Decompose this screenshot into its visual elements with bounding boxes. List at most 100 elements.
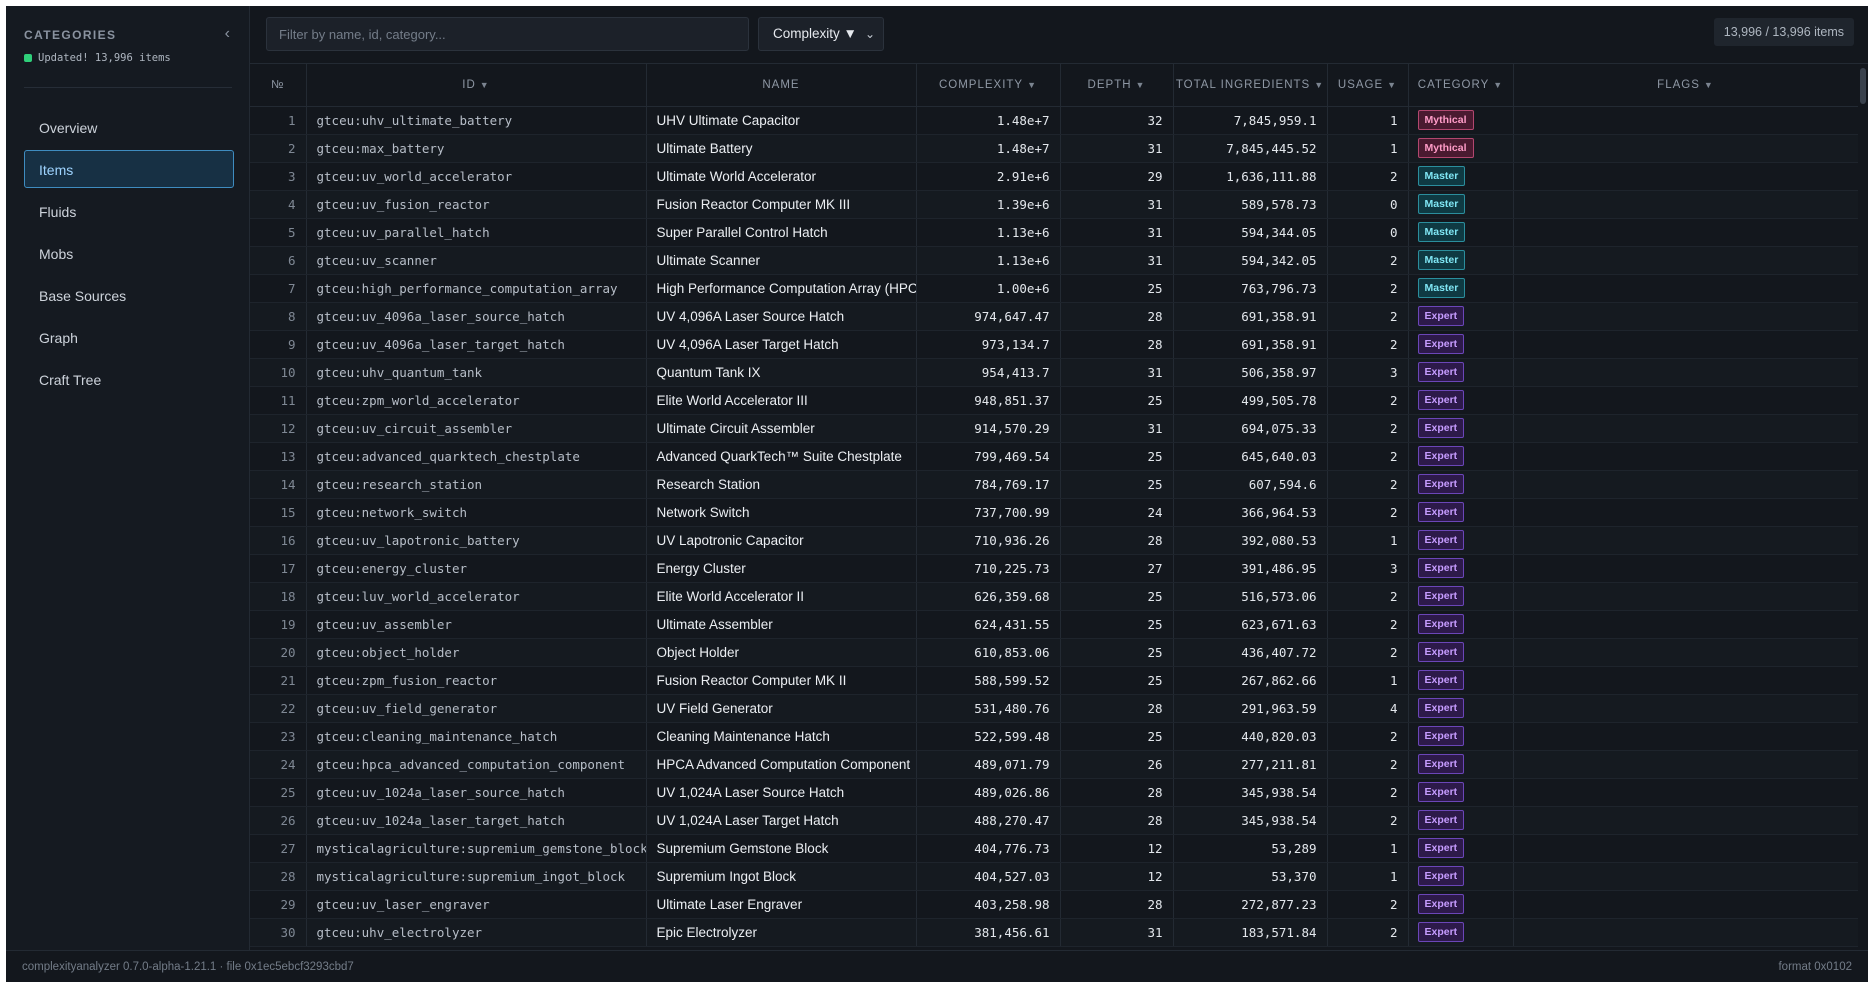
scrollbar-thumb[interactable] [1860,68,1866,104]
table-row[interactable]: 28 mysticalagriculture:supremium_ingot_bl… [250,862,1858,891]
column-header-name[interactable]: NAME [646,64,917,107]
table-row[interactable]: 21 gtceu:zpm_fusion_reactor Fusion Reactor… [250,666,1858,695]
cell-complexity: 404,527.03 [916,862,1061,891]
filter-input[interactable] [266,17,749,51]
table-row[interactable]: 19 gtceu:uv_assembler Ultimate Assembler 62… [250,610,1858,639]
cell-usage: 0 [1327,190,1409,219]
cell-complexity: 948,851.37 [916,386,1061,415]
cell-id: gtceu:uv_world_accelerator [306,162,647,191]
table-row[interactable]: 17 gtceu:energy_cluster Energy Cluster 710,… [250,554,1858,583]
cell-total: 391,486.95 [1173,554,1328,583]
column-header-id[interactable]: ID ▼ [306,64,647,107]
cell-depth: 28 [1060,330,1174,359]
cell-usage: 2 [1327,750,1409,779]
cell-total: 53,289 [1173,834,1328,863]
cell-name: Elite World Accelerator III [646,386,917,415]
column-header-category[interactable]: CATEGORY ▼ [1408,64,1514,107]
sidebar-item-items[interactable]: Items [24,150,234,188]
table-row[interactable]: 26 gtceu:uv_1024a_laser_target_hatch UV 1,… [250,806,1858,835]
cell-flags [1513,470,1858,499]
cell-flags [1513,274,1858,303]
chevron-down-icon: ⌄ [864,27,875,41]
table-row[interactable]: 15 gtceu:network_switch Network Switch 737,… [250,498,1858,527]
cell-total: 345,938.54 [1173,778,1328,807]
cell-no: 12 [250,414,307,443]
cell-category: Expert [1408,638,1514,667]
category-badge: Expert [1417,754,1465,774]
cell-complexity: 1.48e+7 [916,134,1061,163]
column-header-label: ID [462,78,476,91]
cell-id: gtceu:uv_lapotronic_battery [306,526,647,555]
cell-no: 8 [250,302,307,331]
column-header-usage[interactable]: USAGE ▼ [1327,64,1409,107]
cell-complexity: 954,413.7 [916,358,1061,387]
cell-no: 21 [250,666,307,695]
cell-total: 645,640.03 [1173,442,1328,471]
table-row[interactable]: 7 gtceu:high_performance_computation_arra… [250,274,1858,303]
cell-name: High Performance Computation Array (HPCA… [646,274,917,303]
cell-category: Master [1408,274,1514,303]
table-row[interactable]: 6 gtceu:uv_scanner Ultimate Scanner 1.13e+6… [250,246,1858,275]
sidebar-item-base-sources[interactable]: Base Sources [24,276,234,314]
table-row[interactable]: 27 mysticalagriculture:supremium_gemstone… [250,834,1858,863]
sidebar-item-graph[interactable]: Graph [24,318,234,356]
cell-no: 22 [250,694,307,723]
sidebar-item-craft-tree[interactable]: Craft Tree [24,360,234,398]
category-badge: Expert [1417,446,1465,466]
table-row[interactable]: 29 gtceu:uv_laser_engraver Ultimate Laser … [250,890,1858,919]
table-row[interactable]: 2 gtceu:max_battery Ultimate Battery 1.48e+… [250,134,1858,163]
sidebar-item-fluids[interactable]: Fluids [24,192,234,230]
table-row[interactable]: 20 gtceu:object_holder Object Holder 610,85… [250,638,1858,667]
cell-id: gtceu:uv_circuit_assembler [306,414,647,443]
cell-name: Elite World Accelerator II [646,582,917,611]
cell-depth: 29 [1060,162,1174,191]
cell-total: 506,358.97 [1173,358,1328,387]
items-table-container: № ID ▼ NAME COMPLEXITY ▼ DEPTH ▼ TOTAL INGREDIEN… [250,64,1858,950]
table-row[interactable]: 24 gtceu:hpca_advanced_computation_compon… [250,750,1858,779]
table-row[interactable]: 23 gtceu:cleaning_maintenance_hatch Cleani… [250,722,1858,751]
table-row[interactable]: 25 gtceu:uv_1024a_laser_source_hatch UV 1,… [250,778,1858,807]
cell-no: 28 [250,862,307,891]
sidebar-item-mobs[interactable]: Mobs [24,234,234,272]
cell-id: gtceu:uv_laser_engraver [306,890,647,919]
table-row[interactable]: 10 gtceu:uhv_quantum_tank Quantum Tank IX 9… [250,358,1858,387]
table-row[interactable]: 12 gtceu:uv_circuit_assembler Ultimate Cir… [250,414,1858,443]
cell-category: Expert [1408,722,1514,751]
column-header-complexity[interactable]: COMPLEXITY ▼ [916,64,1061,107]
table-row[interactable]: 30 gtceu:uhv_electrolyzer Epic Electrolyze… [250,918,1858,947]
cell-name: Epic Electrolyzer [646,918,917,947]
table-row[interactable]: 16 gtceu:uv_lapotronic_battery UV Lapotron… [250,526,1858,555]
table-row[interactable]: 4 gtceu:uv_fusion_reactor Fusion Reactor C… [250,190,1858,219]
cell-no: 7 [250,274,307,303]
cell-name: UV Lapotronic Capacitor [646,526,917,555]
column-header-no[interactable]: № [250,64,307,107]
category-badge: Expert [1417,586,1465,606]
category-badge: Expert [1417,362,1465,382]
table-row[interactable]: 9 gtceu:uv_4096a_laser_target_hatch UV 4,0… [250,330,1858,359]
table-row[interactable]: 14 gtceu:research_station Research Station… [250,470,1858,499]
cell-total: 1,636,111.88 [1173,162,1328,191]
table-row[interactable]: 22 gtceu:uv_field_generator UV Field Gener… [250,694,1858,723]
sidebar-item-overview[interactable]: Overview [24,108,234,146]
table-row[interactable]: 18 gtceu:luv_world_accelerator Elite World… [250,582,1858,611]
table-row[interactable]: 13 gtceu:advanced_quarktech_chestplate Adv… [250,442,1858,471]
sidebar: CATEGORIES ‹ Updated! 13,996 items Overv… [6,6,250,950]
table-row[interactable]: 11 gtceu:zpm_world_accelerator Elite World… [250,386,1858,415]
cell-total: 366,964.53 [1173,498,1328,527]
column-header-flags[interactable]: FLAGS ▼ [1513,64,1858,107]
table-row[interactable]: 5 gtceu:uv_parallel_hatch Super Parallel C… [250,218,1858,247]
cell-complexity: 489,026.86 [916,778,1061,807]
table-row[interactable]: 1 gtceu:uhv_ultimate_battery UHV Ultimate … [250,106,1858,135]
column-header-label: USAGE [1337,78,1384,91]
sort-select[interactable]: Complexity ▼ ⌄ [758,17,884,51]
table-scrollbar[interactable] [1858,64,1868,950]
column-header-total[interactable]: TOTAL INGREDIENTS ▼ [1173,64,1328,107]
column-header-depth[interactable]: DEPTH ▼ [1060,64,1174,107]
collapse-sidebar-icon[interactable]: ‹ [225,25,230,43]
cell-id: gtceu:luv_world_accelerator [306,582,647,611]
table-row[interactable]: 3 gtceu:uv_world_accelerator Ultimate Worl… [250,162,1858,191]
category-badge: Expert [1417,698,1465,718]
table-row[interactable]: 8 gtceu:uv_4096a_laser_source_hatch UV 4,0… [250,302,1858,331]
cell-category: Expert [1408,414,1514,443]
cell-name: Ultimate World Accelerator [646,162,917,191]
